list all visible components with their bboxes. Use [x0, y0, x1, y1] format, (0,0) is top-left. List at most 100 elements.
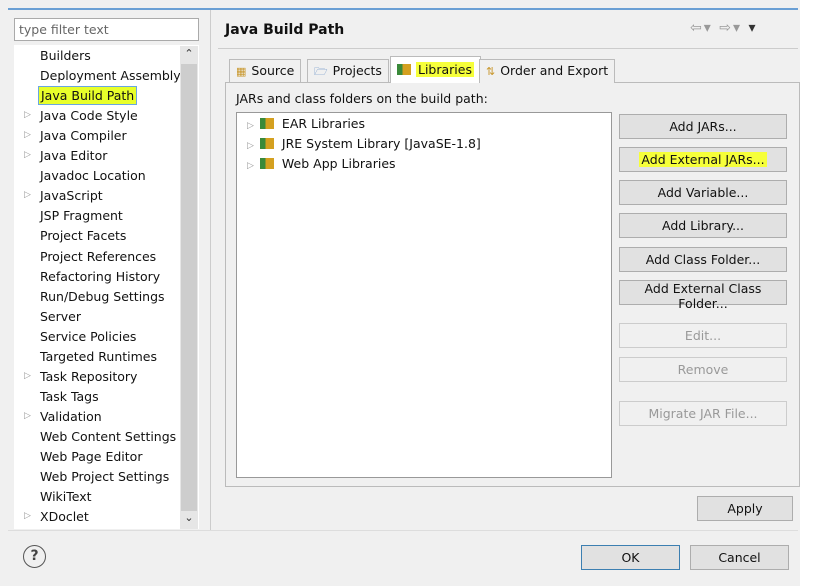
help-icon[interactable]: ?	[23, 545, 46, 568]
library-item[interactable]: ▷ Web App Libraries	[247, 156, 396, 171]
ok-button[interactable]: OK	[581, 545, 680, 570]
tab-label: Projects	[332, 63, 382, 78]
menu-icon[interactable]: ▾	[748, 20, 757, 36]
tree-item-label: Refactoring History	[40, 268, 161, 284]
scroll-up-icon[interactable]: ⌃	[181, 47, 197, 60]
tree-item-label: Java Editor	[40, 148, 108, 164]
tree-item-label: XDoclet	[40, 509, 89, 525]
library-item[interactable]: ▷ JRE System Library [JavaSE-1.8]	[247, 136, 481, 151]
add-variable-button[interactable]: Add Variable...	[619, 180, 787, 205]
tab-projects[interactable]: 🗁 Projects	[307, 59, 389, 83]
filter-input[interactable]	[14, 18, 199, 41]
property-tree: Builders Deployment Assembly Java Build Pa…	[14, 45, 199, 529]
expand-icon[interactable]: ▷	[247, 121, 254, 131]
tree-item[interactable]: Javadoc Location	[40, 166, 146, 185]
tree-item[interactable]: ▷ Task Repository	[24, 367, 138, 386]
tree-item[interactable]: Service Policies	[40, 327, 136, 346]
tree-item[interactable]: Targeted Runtimes	[40, 347, 157, 366]
library-icon	[259, 118, 274, 129]
expand-icon[interactable]: ▷	[24, 407, 31, 426]
tree-item-label: WikiText	[40, 489, 92, 505]
button-label: Add External JARs...	[639, 152, 767, 167]
remove-button: Remove	[619, 357, 787, 382]
tree-item[interactable]: Web Page Editor	[40, 447, 142, 466]
tree-item[interactable]: Project Facets	[40, 226, 126, 245]
add-jars-button[interactable]: Add JARs...	[619, 114, 787, 139]
tree-item-label: Task Tags	[40, 388, 99, 404]
tree-item-label: Java Compiler	[40, 128, 127, 144]
folder-icon: 🗁	[314, 65, 328, 78]
tree-item-label: Service Policies	[40, 328, 137, 344]
tree-item[interactable]: ▷ XDoclet	[24, 507, 89, 526]
tree-item[interactable]: Builders	[40, 46, 91, 65]
button-label: Add JARs...	[669, 119, 737, 134]
top-border	[8, 8, 798, 10]
page-title: Java Build Path	[225, 22, 345, 38]
tree-item[interactable]: Server	[40, 307, 81, 326]
migrate-jar-file-button: Migrate JAR File...	[619, 401, 787, 426]
button-label: Remove	[677, 362, 729, 377]
tree-item-label: Run/Debug Settings	[40, 288, 165, 304]
divider	[218, 48, 798, 49]
tree-item[interactable]: WikiText	[40, 487, 92, 506]
tree-item[interactable]: Web Content Settings	[40, 427, 176, 446]
tree-item-label: Java Build Path	[41, 88, 135, 104]
tree-item[interactable]: Web Project Settings	[40, 467, 169, 486]
cancel-button[interactable]: Cancel	[690, 545, 789, 570]
history-nav: ⇦▾ ⇨▾ ▾	[690, 20, 757, 36]
tab-label: Source	[251, 63, 295, 78]
expand-icon[interactable]: ▷	[24, 507, 31, 526]
button-label: Edit...	[684, 328, 722, 343]
add-library-button[interactable]: Add Library...	[619, 213, 787, 238]
tab-label: Libraries	[416, 62, 474, 77]
tree-item-label: Project References	[40, 248, 157, 264]
expand-icon[interactable]: ▷	[24, 186, 31, 205]
libraries-tree[interactable]: ▷ EAR Libraries ▷ JRE System Library [JavaS…	[236, 112, 612, 478]
expand-icon[interactable]: ▷	[24, 126, 31, 145]
expand-icon[interactable]: ▷	[247, 161, 254, 171]
tab-libraries[interactable]: Libraries	[390, 56, 481, 83]
tree-item[interactable]: ▷ Java Compiler	[24, 126, 127, 145]
expand-icon[interactable]: ▷	[24, 106, 31, 125]
tree-item-label: Task Repository	[40, 368, 138, 384]
button-label: Add Variable...	[657, 185, 749, 200]
library-item[interactable]: ▷ EAR Libraries	[247, 116, 365, 131]
button-label: Migrate JAR File...	[648, 406, 758, 421]
tree-item[interactable]: JSP Fragment	[40, 206, 123, 225]
expand-icon[interactable]: ▷	[24, 146, 31, 165]
tree-item[interactable]: ▷ Validation	[24, 407, 102, 426]
scrollbar-thumb[interactable]	[181, 64, 197, 511]
tree-item[interactable]: Java Build Path	[38, 86, 138, 106]
add-external-jars-button[interactable]: Add External JARs...	[619, 147, 787, 172]
apply-button[interactable]: Apply	[697, 496, 793, 521]
tree-item[interactable]: Project References	[40, 247, 156, 266]
expand-icon[interactable]: ▷	[24, 367, 31, 386]
tree-item-label: Deployment Assembly	[40, 68, 181, 84]
tree-item[interactable]: Deployment Assembly	[40, 66, 181, 85]
back-icon[interactable]: ⇦▾	[690, 20, 713, 36]
tree-item-label: Targeted Runtimes	[40, 348, 157, 364]
library-label: Web App Libraries	[281, 156, 396, 171]
tree-item-label: Project Facets	[40, 228, 127, 244]
library-label: EAR Libraries	[281, 116, 366, 131]
scroll-down-icon[interactable]: ⌄	[181, 511, 197, 524]
tree-item[interactable]: Run/Debug Settings	[40, 287, 165, 306]
forward-icon[interactable]: ⇨▾	[719, 20, 742, 36]
tab-source[interactable]: ▦ Source	[229, 59, 302, 83]
add-external-class-folder-button[interactable]: Add External Class Folder...	[619, 280, 787, 311]
tree-item[interactable]: ▷ JavaScript	[24, 186, 103, 205]
tree-item[interactable]: Task Tags	[40, 387, 99, 406]
tree-item-label: Builders	[40, 48, 91, 63]
tree-item[interactable]: ▷ Java Code Style	[24, 106, 138, 125]
add-class-folder-button[interactable]: Add Class Folder...	[619, 247, 787, 272]
expand-icon[interactable]: ▷	[247, 141, 254, 151]
edit-button: Edit...	[619, 323, 787, 348]
tab-order-and-export[interactable]: ⇅ Order and Export	[479, 59, 616, 83]
tree-item[interactable]: ▷ Java Editor	[24, 146, 108, 165]
tree-item-label: Web Project Settings	[40, 469, 170, 485]
library-icon	[259, 158, 274, 169]
tree-item-label: Server	[40, 308, 81, 324]
tree-item-label: JavaScript	[40, 188, 103, 204]
tree-item[interactable]: Refactoring History	[40, 267, 160, 286]
libraries-label: JARs and class folders on the build path…	[236, 91, 488, 106]
